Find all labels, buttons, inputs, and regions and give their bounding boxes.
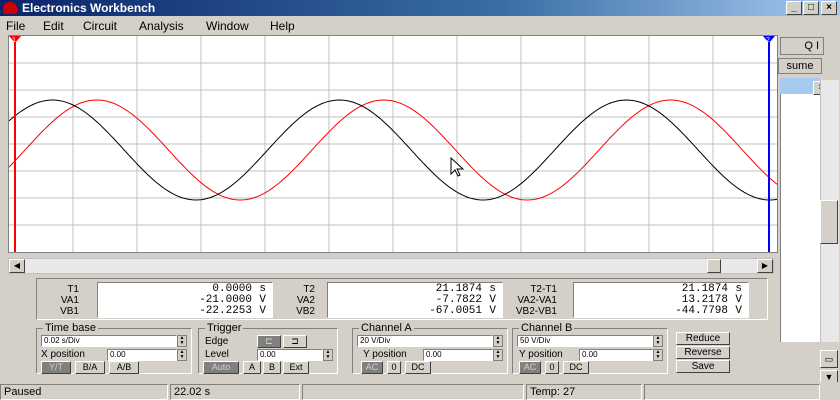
channel-b-ypos-spinner-icon[interactable]: ▲ ▼ <box>653 349 663 361</box>
scroll-left-icon[interactable]: ◀ <box>9 259 25 273</box>
vb1-value: -22.2253 <box>199 305 252 317</box>
channel-a-scale-field[interactable]: 20 V/Div <box>357 335 493 347</box>
minimize-button[interactable]: _ <box>786 1 802 15</box>
readout-panel: T1 VA1 VB1 0.0000 s -21.0000 V -22.2253 … <box>36 278 768 320</box>
channel-b-ypos-label: Y position <box>519 349 563 360</box>
menu-circuit[interactable]: Circuit <box>83 16 117 36</box>
menu-analysis[interactable]: Analysis <box>139 16 184 36</box>
edge-rising-icon[interactable]: ⊏ <box>257 335 281 348</box>
window-title: Electronics Workbench <box>22 1 156 15</box>
vb2vb1-value: -44.7798 <box>675 305 728 317</box>
reverse-button[interactable]: Reverse <box>676 346 730 359</box>
t2t1-label: T2-T1 <box>530 284 557 295</box>
channel-a-group: Channel A 20 V/Div ▲ ▼ Y position 0.00 ▲ ▼… <box>352 321 508 374</box>
ab-button[interactable]: A/B <box>109 361 139 374</box>
level-spinner-icon[interactable]: ▲ ▼ <box>323 349 333 361</box>
status-extra <box>644 384 820 400</box>
save-button[interactable]: Save <box>676 360 730 373</box>
trigger-title: Trigger <box>205 321 244 335</box>
vb2-unit: V <box>489 305 496 317</box>
cursor1-readout: 0.0000 s -21.0000 V -22.2253 V <box>97 282 273 318</box>
menu-edit[interactable]: Edit <box>43 16 64 36</box>
scope-plot: 12 <box>9 36 778 252</box>
channel-b-ypos-field[interactable]: 0.00 <box>579 349 653 361</box>
horizontal-scrollbar[interactable]: ◀ ▶ <box>8 258 774 274</box>
channel-a-zero-button[interactable]: 0 <box>387 361 401 374</box>
actions-group: Reduce Reverse Save <box>672 328 768 374</box>
menu-bar: File Edit Circuit Analysis Window Help <box>0 16 840 36</box>
edge-label: Edge <box>205 336 229 347</box>
cursor-1-label: 1 <box>12 37 16 44</box>
menu-file[interactable]: File <box>6 16 25 36</box>
cursor-2-label: 2 <box>766 37 770 44</box>
trigger-ext-button[interactable]: Ext <box>283 361 309 374</box>
edge-falling-icon[interactable]: ⊐ <box>283 335 307 348</box>
channel-a-scale-spinner-icon[interactable]: ▲ ▼ <box>493 335 503 347</box>
ba-button[interactable]: B/A <box>75 361 105 374</box>
status-temp: Temp: 27 <box>526 384 642 400</box>
resume-button[interactable]: sume <box>778 58 822 74</box>
resize-grip-icon[interactable]: ▭ <box>820 350 838 368</box>
horizontal-scroll-thumb[interactable] <box>707 259 721 273</box>
trigger-group: Trigger Edge ⊏ ⊐ Level 0.00 ▲ ▼ Auto A B … <box>198 321 338 374</box>
va2-label: VA2 <box>296 295 315 306</box>
status-state: Paused <box>0 384 168 400</box>
close-button[interactable]: × <box>821 1 837 15</box>
channel-a-ypos-label: Y position <box>363 349 407 360</box>
auto-button[interactable]: Auto <box>203 361 239 374</box>
level-label: Level <box>205 349 229 360</box>
channel-a-dc-button[interactable]: DC <box>405 361 431 374</box>
menu-help[interactable]: Help <box>270 16 295 36</box>
title-bar: Electronics Workbench _ □ × <box>0 0 840 16</box>
xpos-label: X position <box>41 349 85 360</box>
va1-label: VA1 <box>60 295 79 306</box>
timebase-spinner-icon[interactable]: ▲ ▼ <box>177 335 187 347</box>
channel-b-scale-field[interactable]: 50 V/Div <box>517 335 653 347</box>
vb1-unit: V <box>259 305 266 317</box>
timebase-scale-field[interactable]: 0.02 s/Div <box>41 335 177 347</box>
vb2vb1-label: VB2-VB1 <box>515 306 557 317</box>
channel-b-ac-button[interactable]: AC <box>519 361 541 374</box>
timebase-group: Time base 0.02 s/Div ▲ ▼ X position 0.00 … <box>36 321 192 374</box>
channel-b-dc-button[interactable]: DC <box>563 361 589 374</box>
va2va1-label: VA2-VA1 <box>517 295 557 306</box>
maximize-button[interactable]: □ <box>803 1 819 15</box>
channel-a-ypos-spinner-icon[interactable]: ▲ ▼ <box>493 349 503 361</box>
yt-button[interactable]: Y/T <box>41 361 71 374</box>
channel-b-group: Channel B 50 V/Div ▲ ▼ Y position 0.00 ▲ ▼… <box>512 321 668 374</box>
channel-b-scale-spinner-icon[interactable]: ▲ ▼ <box>653 335 663 347</box>
reduce-button[interactable]: Reduce <box>676 332 730 345</box>
menu-window[interactable]: Window <box>206 16 249 36</box>
vb2-label: VB2 <box>296 306 315 317</box>
xpos-spinner-icon[interactable]: ▲ ▼ <box>177 349 187 361</box>
vb2-value: -67.0051 <box>429 305 482 317</box>
cursor2-readout: 21.1874 s -7.7822 V -67.0051 V <box>327 282 503 318</box>
level-field[interactable]: 0.00 <box>257 349 323 361</box>
t1-label: T1 <box>67 284 79 295</box>
side-panel-list <box>780 80 821 342</box>
status-bar: Paused 22.02 s Temp: 27 <box>0 382 840 400</box>
timebase-title: Time base <box>43 321 98 335</box>
scroll-right-icon[interactable]: ▶ <box>757 259 773 273</box>
xpos-field[interactable]: 0.00 <box>107 349 177 361</box>
status-empty <box>302 384 524 400</box>
trigger-a-button[interactable]: A <box>243 361 261 374</box>
side-panel-buttons[interactable]: Q I <box>780 37 824 55</box>
trigger-b-button[interactable]: B <box>263 361 281 374</box>
t2-label: T2 <box>303 284 315 295</box>
channel-b-title: Channel B <box>519 321 575 335</box>
channel-a-ac-button[interactable]: AC <box>361 361 383 374</box>
scope-screen[interactable]: 12 <box>8 35 778 253</box>
delta-readout: 21.1874 s 13.2178 V -44.7798 V <box>573 282 749 318</box>
status-time: 22.02 s <box>170 384 300 400</box>
vb2vb1-unit: V <box>735 305 742 317</box>
channel-a-ypos-field[interactable]: 0.00 <box>423 349 493 361</box>
channel-b-zero-button[interactable]: 0 <box>545 361 559 374</box>
app-icon[interactable] <box>3 2 17 14</box>
vertical-scroll-thumb[interactable] <box>820 200 838 244</box>
channel-a-title: Channel A <box>359 321 414 335</box>
vb1-label: VB1 <box>60 306 79 317</box>
